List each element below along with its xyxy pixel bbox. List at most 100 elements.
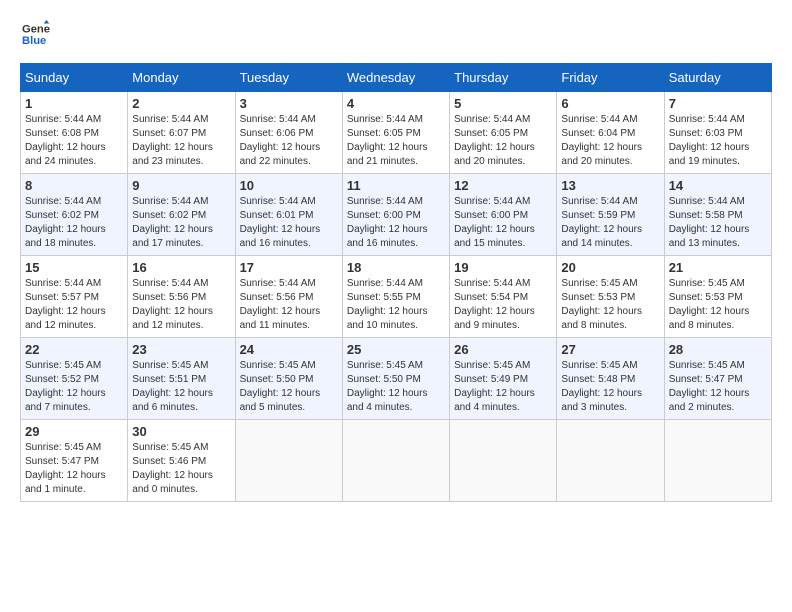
weekday-header-monday: Monday — [128, 64, 235, 92]
calendar-day: 15 Sunrise: 5:44 AM Sunset: 5:57 PM Dayli… — [21, 256, 128, 338]
day-info: Sunrise: 5:45 AM Sunset: 5:48 PM Dayligh… — [561, 359, 659, 415]
calendar-day — [342, 420, 449, 502]
day-number: 28 — [669, 342, 767, 357]
day-info: Sunrise: 5:44 AM Sunset: 6:08 PM Dayligh… — [25, 113, 123, 169]
calendar-day: 23Sunrise: 5:45 AM Sunset: 5:51 PM Dayli… — [128, 338, 235, 420]
weekday-header-wednesday: Wednesday — [342, 64, 449, 92]
day-number: 21 — [669, 260, 767, 275]
weekday-header-thursday: Thursday — [450, 64, 557, 92]
day-number: 5 — [454, 96, 552, 111]
calendar-day: 25 Sunrise: 5:45 AM Sunset: 5:50 PM Dayli… — [342, 338, 449, 420]
day-number: 12 — [454, 178, 552, 193]
calendar-day: 22 Sunrise: 5:45 AM Sunset: 5:52 PM Dayli… — [21, 338, 128, 420]
calendar-day: 19 Sunrise: 5:44 AM Sunset: 5:54 PM Dayli… — [450, 256, 557, 338]
calendar-day — [664, 420, 771, 502]
calendar-day: 13 Sunrise: 5:44 AM Sunset: 5:59 PM Dayli… — [557, 174, 664, 256]
calendar-day — [557, 420, 664, 502]
calendar-day: 30Sunrise: 5:45 AM Sunset: 5:46 PM Dayli… — [128, 420, 235, 502]
day-number: 15 — [25, 260, 123, 275]
calendar-day: 12 Sunrise: 5:44 AM Sunset: 6:00 PM Dayli… — [450, 174, 557, 256]
day-number: 16 — [132, 260, 230, 275]
day-info: Sunrise: 5:44 AM Sunset: 6:05 PM Dayligh… — [454, 113, 552, 169]
day-number: 26 — [454, 342, 552, 357]
svg-text:Blue: Blue — [22, 35, 46, 47]
day-info: Sunrise: 5:44 AM Sunset: 6:00 PM Dayligh… — [347, 195, 445, 251]
calendar-week-row: 15 Sunrise: 5:44 AM Sunset: 5:57 PM Dayli… — [21, 256, 772, 338]
calendar-day: 24Sunrise: 5:45 AM Sunset: 5:50 PM Dayli… — [235, 338, 342, 420]
day-info: Sunrise: 5:45 AM Sunset: 5:50 PM Dayligh… — [347, 359, 445, 415]
calendar-week-row: 1 Sunrise: 5:44 AM Sunset: 6:08 PM Daylig… — [21, 92, 772, 174]
calendar-day: 20 Sunrise: 5:45 AM Sunset: 5:53 PM Dayli… — [557, 256, 664, 338]
calendar-day: 7Sunrise: 5:44 AM Sunset: 6:03 PM Daylig… — [664, 92, 771, 174]
calendar-week-row: 8 Sunrise: 5:44 AM Sunset: 6:02 PM Daylig… — [21, 174, 772, 256]
weekday-header-tuesday: Tuesday — [235, 64, 342, 92]
calendar-day: 16 Sunrise: 5:44 AM Sunset: 5:56 PM Dayli… — [128, 256, 235, 338]
day-number: 23 — [132, 342, 230, 357]
day-info: Sunrise: 5:44 AM Sunset: 6:02 PM Dayligh… — [25, 195, 123, 251]
day-info: Sunrise: 5:44 AM Sunset: 6:03 PM Dayligh… — [669, 113, 767, 169]
day-number: 27 — [561, 342, 659, 357]
day-info: Sunrise: 5:44 AM Sunset: 5:55 PM Dayligh… — [347, 277, 445, 333]
calendar-day — [235, 420, 342, 502]
calendar-day: 29 Sunrise: 5:45 AM Sunset: 5:47 PM Dayli… — [21, 420, 128, 502]
day-info: Sunrise: 5:44 AM Sunset: 5:58 PM Dayligh… — [669, 195, 767, 251]
calendar-day: 6 Sunrise: 5:44 AM Sunset: 6:04 PM Daylig… — [557, 92, 664, 174]
day-info: Sunrise: 5:44 AM Sunset: 6:02 PM Dayligh… — [132, 195, 230, 251]
day-number: 9 — [132, 178, 230, 193]
calendar-day: 10Sunrise: 5:44 AM Sunset: 6:01 PM Dayli… — [235, 174, 342, 256]
weekday-header-friday: Friday — [557, 64, 664, 92]
calendar-day: 9 Sunrise: 5:44 AM Sunset: 6:02 PM Daylig… — [128, 174, 235, 256]
calendar-day — [450, 420, 557, 502]
day-number: 29 — [25, 424, 123, 439]
calendar-table: SundayMondayTuesdayWednesdayThursdayFrid… — [20, 63, 772, 502]
calendar-day: 17 Sunrise: 5:44 AM Sunset: 5:56 PM Dayli… — [235, 256, 342, 338]
day-info: Sunrise: 5:44 AM Sunset: 5:54 PM Dayligh… — [454, 277, 552, 333]
day-info: Sunrise: 5:44 AM Sunset: 6:00 PM Dayligh… — [454, 195, 552, 251]
calendar-day: 26 Sunrise: 5:45 AM Sunset: 5:49 PM Dayli… — [450, 338, 557, 420]
day-number: 13 — [561, 178, 659, 193]
calendar-day: 5 Sunrise: 5:44 AM Sunset: 6:05 PM Daylig… — [450, 92, 557, 174]
day-number: 19 — [454, 260, 552, 275]
weekday-header-saturday: Saturday — [664, 64, 771, 92]
calendar-day: 1 Sunrise: 5:44 AM Sunset: 6:08 PM Daylig… — [21, 92, 128, 174]
calendar-day: 3Sunrise: 5:44 AM Sunset: 6:06 PM Daylig… — [235, 92, 342, 174]
day-number: 8 — [25, 178, 123, 193]
day-info: Sunrise: 5:45 AM Sunset: 5:53 PM Dayligh… — [561, 277, 659, 333]
day-number: 6 — [561, 96, 659, 111]
day-number: 4 — [347, 96, 445, 111]
day-info: Sunrise: 5:44 AM Sunset: 5:57 PM Dayligh… — [25, 277, 123, 333]
calendar-day: 2 Sunrise: 5:44 AM Sunset: 6:07 PM Daylig… — [128, 92, 235, 174]
calendar-day: 14Sunrise: 5:44 AM Sunset: 5:58 PM Dayli… — [664, 174, 771, 256]
calendar-day: 8 Sunrise: 5:44 AM Sunset: 6:02 PM Daylig… — [21, 174, 128, 256]
day-info: Sunrise: 5:45 AM Sunset: 5:47 PM Dayligh… — [669, 359, 767, 415]
calendar-day: 18 Sunrise: 5:44 AM Sunset: 5:55 PM Dayli… — [342, 256, 449, 338]
day-info: Sunrise: 5:44 AM Sunset: 6:04 PM Dayligh… — [561, 113, 659, 169]
day-info: Sunrise: 5:44 AM Sunset: 5:56 PM Dayligh… — [240, 277, 338, 333]
day-number: 24 — [240, 342, 338, 357]
day-number: 2 — [132, 96, 230, 111]
calendar-day: 21Sunrise: 5:45 AM Sunset: 5:53 PM Dayli… — [664, 256, 771, 338]
day-info: Sunrise: 5:44 AM Sunset: 5:59 PM Dayligh… — [561, 195, 659, 251]
day-number: 17 — [240, 260, 338, 275]
day-number: 10 — [240, 178, 338, 193]
logo: General Blue — [20, 20, 52, 53]
weekday-header-row: SundayMondayTuesdayWednesdayThursdayFrid… — [21, 64, 772, 92]
day-info: Sunrise: 5:45 AM Sunset: 5:49 PM Dayligh… — [454, 359, 552, 415]
calendar-day: 4Sunrise: 5:44 AM Sunset: 6:05 PM Daylig… — [342, 92, 449, 174]
day-number: 30 — [132, 424, 230, 439]
calendar-week-row: 29 Sunrise: 5:45 AM Sunset: 5:47 PM Dayli… — [21, 420, 772, 502]
calendar-day: 28 Sunrise: 5:45 AM Sunset: 5:47 PM Dayli… — [664, 338, 771, 420]
day-info: Sunrise: 5:44 AM Sunset: 6:07 PM Dayligh… — [132, 113, 230, 169]
day-number: 3 — [240, 96, 338, 111]
svg-text:General: General — [22, 24, 50, 36]
page-header: General Blue — [20, 20, 772, 53]
day-number: 20 — [561, 260, 659, 275]
day-info: Sunrise: 5:44 AM Sunset: 5:56 PM Dayligh… — [132, 277, 230, 333]
day-number: 25 — [347, 342, 445, 357]
day-number: 18 — [347, 260, 445, 275]
day-number: 22 — [25, 342, 123, 357]
day-number: 1 — [25, 96, 123, 111]
day-info: Sunrise: 5:45 AM Sunset: 5:47 PM Dayligh… — [25, 441, 123, 497]
calendar-day: 27 Sunrise: 5:45 AM Sunset: 5:48 PM Dayli… — [557, 338, 664, 420]
day-info: Sunrise: 5:45 AM Sunset: 5:52 PM Dayligh… — [25, 359, 123, 415]
